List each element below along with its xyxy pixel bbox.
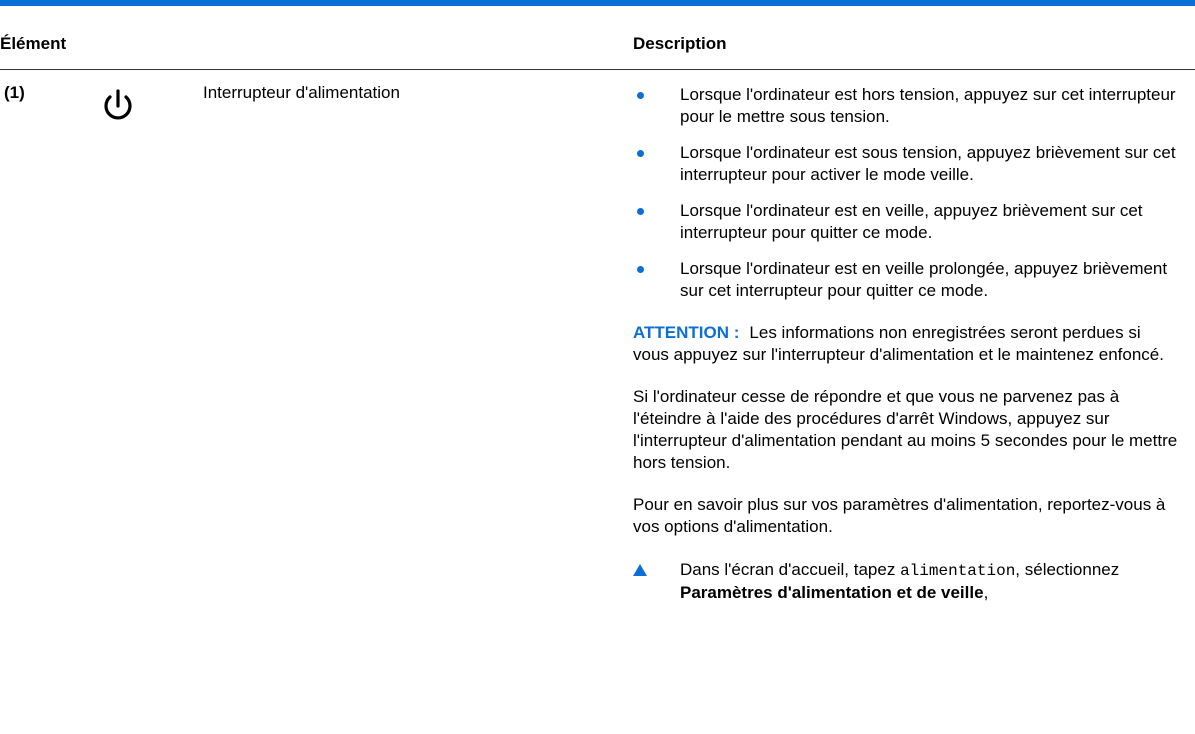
attention-label: ATTENTION : [633,323,740,342]
bullet-dot-icon [637,92,644,99]
bullet-dot-icon [637,208,644,215]
element-name: Interrupteur d'alimentation [203,83,400,102]
step-item: Dans l'écran d'accueil, tapez alimentati… [633,559,1185,604]
bullet-item: Lorsque l'ordinateur est en veille, appu… [633,200,1193,244]
step-code: alimentation [900,562,1016,580]
table-header: Élément Description [0,6,1195,70]
bullet-text: Lorsque l'ordinateur est en veille prolo… [680,259,1168,300]
bullet-item: Lorsque l'ordinateur est en veille prolo… [633,258,1193,302]
step-bold: Paramètres d'alimentation et de veille [680,583,984,602]
power-icon [104,89,132,120]
step-middle: , sélectionnez [1015,560,1120,579]
step-triangle-icon [633,564,647,576]
step-suffix: , [983,583,989,602]
bullet-item: Lorsque l'ordinateur est hors tension, a… [633,84,1193,128]
bullet-text: Lorsque l'ordinateur est sous tension, a… [680,143,1176,184]
header-element: Élément [0,34,67,53]
description-column: Lorsque l'ordinateur est hors tension, a… [633,84,1193,604]
header-description: Description [633,34,727,53]
step-prefix: Dans l'écran d'accueil, tapez [680,560,896,579]
bullet-dot-icon [637,150,644,157]
info-paragraph: Pour en savoir plus sur vos paramètres d… [633,495,1166,536]
attention-note: ATTENTION : Les informations non enregist… [633,322,1178,366]
bullet-text: Lorsque l'ordinateur est hors tension, a… [680,85,1176,126]
bullet-item: Lorsque l'ordinateur est sous tension, a… [633,142,1193,186]
row-index: (1) [4,83,25,102]
windows-paragraph: Si l'ordinateur cesse de répondre et que… [633,387,1178,472]
bullet-text: Lorsque l'ordinateur est en veille, appu… [680,201,1143,242]
bullet-dot-icon [637,266,644,273]
